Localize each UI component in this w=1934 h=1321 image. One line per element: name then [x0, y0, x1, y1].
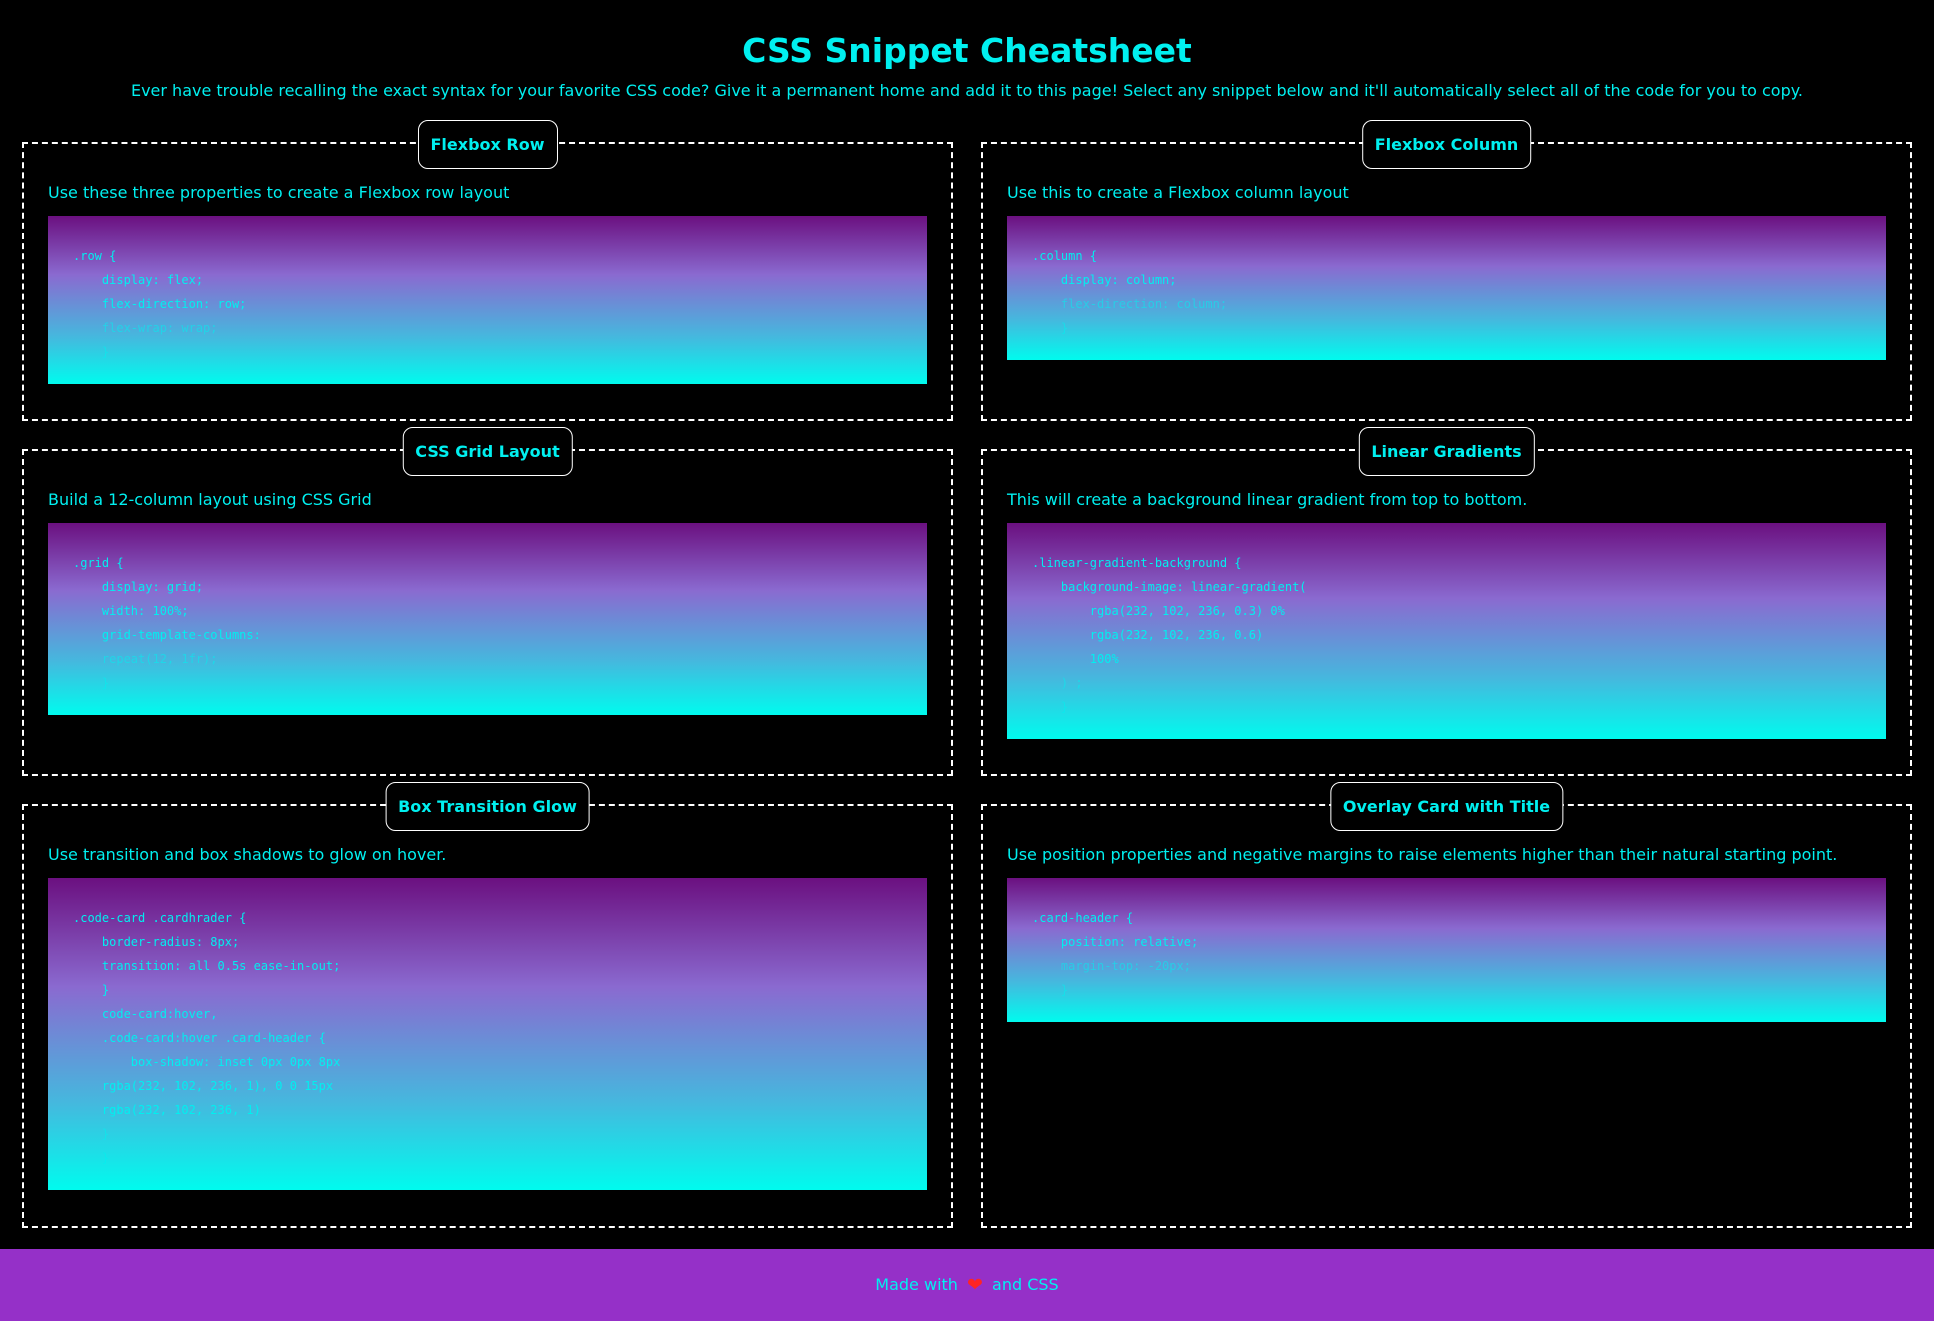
code-snippet[interactable]: .grid { display: grid; width: 100%; grid… — [48, 523, 927, 715]
code-snippet[interactable]: .column { display: column; flex-directio… — [1007, 216, 1886, 360]
card-title: CSS Grid Layout — [402, 427, 573, 476]
code-line: flex-direction: column; — [1032, 297, 1228, 311]
code-line: .grid { — [73, 556, 124, 570]
card-title: Overlay Card with Title — [1329, 782, 1564, 831]
code-line: flex-wrap: wrap; — [73, 321, 218, 335]
card-title: Flexbox Row — [417, 120, 558, 169]
code-line: repeat(12, 1fr); — [73, 652, 218, 666]
code-line: } — [1032, 321, 1069, 335]
code-snippet[interactable]: .card-header { position: relative; margi… — [1007, 878, 1886, 1022]
code-line: code-card:hover, — [73, 1007, 218, 1021]
code-line: } — [73, 983, 110, 997]
code-line: .code-card .cardhrader { — [73, 911, 247, 925]
code-line: grid-template-columns: — [73, 628, 261, 642]
snippet-card-css-grid-layout: CSS Grid Layout Build a 12-column layout… — [22, 427, 953, 776]
code-line: } — [1032, 700, 1069, 714]
code-line: rgba(232, 102, 236, 0.6) — [1032, 628, 1264, 642]
footer: Made with ❤ and CSS — [0, 1249, 1934, 1321]
code-line: rgba(232, 102, 236, 1), 0 0 15px — [73, 1079, 334, 1093]
footer-suffix: and CSS — [992, 1275, 1059, 1294]
code-line: position: relative; — [1032, 935, 1199, 949]
code-line: .linear-gradient-background { — [1032, 556, 1242, 570]
snippet-card-linear-gradients: Linear Gradients This will create a back… — [981, 427, 1912, 776]
card-description: Use position properties and negative mar… — [1007, 845, 1838, 864]
code-line: display: grid; — [73, 580, 204, 594]
code-line: rgba(232, 102, 236, 1) — [73, 1103, 261, 1117]
code-line: } — [1032, 983, 1069, 997]
page-subtitle: Ever have trouble recalling the exact sy… — [130, 81, 1804, 100]
card-title: Linear Gradients — [1358, 427, 1535, 476]
code-line: 100% — [1032, 652, 1119, 666]
card-description: Use these three properties to create a F… — [48, 183, 510, 202]
code-line: } — [73, 1151, 110, 1165]
code-line: display: flex; — [73, 273, 204, 287]
page-header: CSS Snippet Cheatsheet Ever have trouble… — [0, 0, 1934, 102]
code-line: margin-top: -20px; — [1032, 959, 1191, 973]
footer-prefix: Made with — [875, 1275, 958, 1294]
card-description: Build a 12-column layout using CSS Grid — [48, 490, 372, 509]
code-line: rgba(232, 102, 236, 0.3) 0% — [1032, 604, 1285, 618]
code-snippet[interactable]: .row { display: flex; flex-direction: ro… — [48, 216, 927, 384]
snippet-card-box-transition-glow: Box Transition Glow Use transition and b… — [22, 782, 953, 1228]
code-line: .card-header { — [1032, 911, 1134, 925]
code-line: .code-card:hover .card-header { — [73, 1031, 326, 1045]
card-title: Box Transition Glow — [385, 782, 590, 831]
snippet-card-flexbox-row: Flexbox Row Use these three properties t… — [22, 120, 953, 421]
card-description: This will create a background linear gra… — [1007, 490, 1528, 509]
code-line: .column { — [1032, 249, 1098, 263]
card-title: Flexbox Column — [1361, 120, 1532, 169]
code-line: background-image: linear-gradient( — [1032, 580, 1307, 594]
code-line: } — [73, 1127, 110, 1141]
code-line: box-shadow: inset 0px 0px 8px — [73, 1055, 341, 1069]
code-line: flex-direction: row; — [73, 297, 247, 311]
code-snippet[interactable]: .linear-gradient-background { background… — [1007, 523, 1886, 739]
snippet-card-flexbox-column: Flexbox Column Use this to create a Flex… — [981, 120, 1912, 421]
code-snippet[interactable]: .code-card .cardhrader { border-radius: … — [48, 878, 927, 1190]
code-line: width: 100%; — [73, 604, 189, 618]
code-line: border-radius: 8px; — [73, 935, 240, 949]
page-title: CSS Snippet Cheatsheet — [742, 31, 1192, 70]
card-description: Use this to create a Flexbox column layo… — [1007, 183, 1349, 202]
snippet-card-overlay-card-with-title: Overlay Card with Title Use position pro… — [981, 782, 1912, 1228]
code-line: } — [73, 345, 110, 359]
code-line: transition: all 0.5s ease-in-out; — [73, 959, 341, 973]
heart-icon: ❤ — [967, 1274, 983, 1296]
code-line: display: column; — [1032, 273, 1177, 287]
code-line: .row { — [73, 249, 117, 263]
code-line: } — [73, 676, 110, 690]
code-line: ) ; — [1032, 676, 1083, 690]
card-description: Use transition and box shadows to glow o… — [48, 845, 447, 864]
